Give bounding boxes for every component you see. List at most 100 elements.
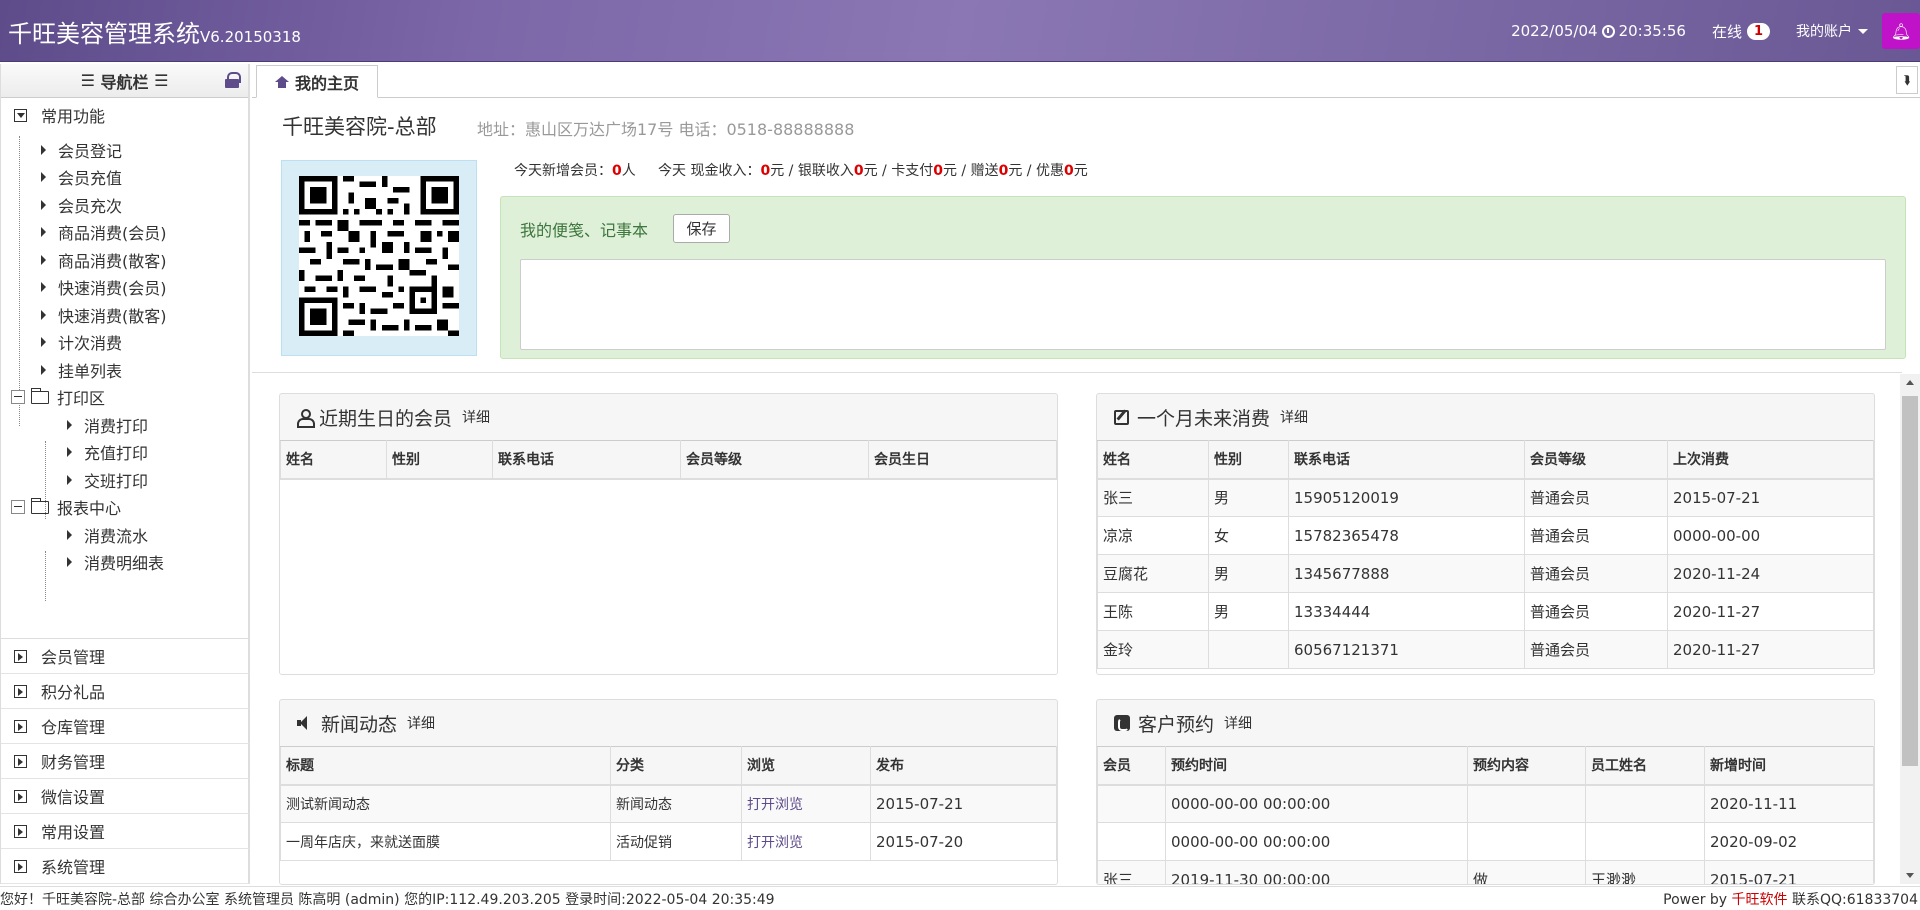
shop-name: 千旺美容院-总部 [282,115,437,139]
sidebar-item[interactable]: 会员充值 [1,164,248,192]
notification-bell-button[interactable]: 🔔︎ [1882,13,1920,49]
details-link[interactable]: 详细 [1280,407,1308,427]
content-scrollbar[interactable] [1900,374,1920,884]
expand-icon [14,719,27,733]
sidebar-item[interactable]: 商品消费(会员) [1,219,248,247]
table-row[interactable]: 金玲 60567121371 普通会员 2020-11-27 [1097,630,1874,669]
table-row[interactable]: 张三 2019-11-30 00:00:00 做王渺渺 2015-07-21 [1097,860,1874,884]
table-cell: 普通会员 [1524,554,1668,593]
table-header[interactable]: 浏览 [741,746,871,786]
account-menu[interactable]: 我的账户 [1796,21,1868,41]
table-header[interactable]: 姓名 [280,440,387,480]
sidebar-item[interactable]: 挂单列表 [1,356,248,384]
table-header[interactable]: 联系电话 [1288,440,1525,480]
scroll-up-arrow-icon[interactable] [1906,380,1914,385]
table-header[interactable]: 性别 [386,440,493,480]
memo-textarea[interactable] [520,259,1886,350]
caret-right-icon [41,144,46,155]
table-header[interactable]: 发布 [870,746,1057,786]
table-cell: 普通会员 [1524,630,1668,669]
sidebar-section[interactable]: 财务管理 [1,744,249,779]
caret-right-icon [41,254,46,265]
table-header[interactable]: 预约时间 [1165,746,1468,786]
tab-home[interactable]: 我的主页 [256,65,379,98]
sidebar-section[interactable]: 积分礼品 [1,674,249,709]
details-link[interactable]: 详细 [407,713,435,733]
table-header[interactable]: 标题 [280,746,611,786]
panel-header: 一个月未来消费 详细 [1097,394,1874,440]
table-cell: 2020-11-27 [1667,592,1874,631]
table-header[interactable]: 会员 [1097,746,1166,786]
sidebar-item[interactable]: 消费打印 [1,411,248,439]
sidebar-section[interactable]: 系统管理 [1,849,249,884]
expand-icon [14,684,27,698]
company-link[interactable]: 千旺软件 [1732,892,1788,908]
sidebar-item[interactable]: 充值打印 [1,439,248,467]
birthday-members-panel: 近期生日的会员 详细 姓名 性别 联系电话 会员等级 会员生日 [279,393,1058,675]
open-view-link[interactable]: 打开浏览 [741,784,871,823]
table-row[interactable]: 0000-00-00 00:00:00 2020-11-11 [1097,784,1874,823]
table-header[interactable]: 姓名 [1097,440,1209,480]
sidebar-item[interactable]: 快速消费(散客) [1,301,248,329]
online-users[interactable]: 在线 1 [1712,21,1770,42]
table-row[interactable]: 张三男 15905120019 普通会员 2015-07-21 [1097,478,1874,517]
details-link[interactable]: 详细 [1224,713,1252,733]
shop-address: 地址：惠山区万达广场17号 电话：0518-88888888 [477,120,855,139]
details-link[interactable]: 详细 [462,407,490,427]
table-cell: 张三 [1097,860,1166,884]
qr-code-image [299,176,459,336]
table-row[interactable]: 0000-00-00 00:00:00 2020-09-02 [1097,822,1874,861]
table-header[interactable]: 上次消费 [1667,440,1874,480]
table-cell [1097,784,1166,823]
sidebar-item[interactable]: 快速消费(会员) [1,274,248,302]
sidebar-item[interactable]: 计次消费 [1,329,248,357]
sidebar-item[interactable]: 交班打印 [1,466,248,494]
table-header[interactable]: 会员等级 [680,440,869,480]
collapse-minus-icon[interactable] [11,390,25,405]
sidebar-section-common[interactable]: 常用功能 [1,98,248,132]
table-row[interactable]: 豆腐花男 1345677888 普通会员 2020-11-24 [1097,554,1874,593]
table-cell: 王渺渺 [1585,860,1705,884]
table-cell: 金玲 [1097,630,1209,669]
table-header[interactable]: 新增时间 [1704,746,1874,786]
sidebar-section[interactable]: 常用设置 [1,814,249,849]
table-row[interactable]: 王陈男 13334444 普通会员 2020-11-27 [1097,592,1874,631]
sidebar-section[interactable]: 微信设置 [1,779,249,814]
expand-icon [14,824,27,838]
sidebar-folder-print[interactable]: 打印区 [1,384,248,412]
caret-right-icon [41,172,46,183]
collapse-minus-icon[interactable] [11,500,25,515]
sidebar-item[interactable]: 消费明细表 [1,549,248,577]
table-row[interactable]: 测试新闻动态 新闻动态 打开浏览 2015-07-21 [280,784,1057,823]
open-view-link[interactable]: 打开浏览 [741,822,871,861]
home-icon [275,75,289,88]
scrollbar-thumb[interactable] [1902,396,1918,766]
tab-menu-chevron-icon[interactable]: ⮯ [1896,66,1918,94]
table-cell: 15782365478 [1288,516,1525,555]
scroll-down-arrow-icon[interactable] [1906,873,1914,878]
table-header[interactable]: 性别 [1208,440,1289,480]
sidebar-item[interactable]: 商品消费(散客) [1,246,248,274]
table-header[interactable]: 预约内容 [1467,746,1586,786]
sidebar-item[interactable]: 消费流水 [1,521,248,549]
table-header[interactable]: 会员生日 [868,440,1057,480]
table-cell [1585,822,1705,861]
login-info: 您好！千旺美容院-总部 综合办公室 系统管理员 陈高明 (admin) 您的IP… [0,891,775,908]
table-cell: 2015-07-21 [870,784,1057,823]
table-header[interactable]: 联系电话 [492,440,681,480]
table-header[interactable]: 员工姓名 [1585,746,1705,786]
table-header[interactable]: 分类 [610,746,742,786]
sidebar-section[interactable]: 仓库管理 [1,709,249,744]
table-row[interactable]: 一周年店庆，来就送面膜 活动促销 打开浏览 2015-07-20 [280,822,1057,861]
sidebar-item[interactable]: 会员登记 [1,136,248,164]
table-row[interactable]: 凉凉女 15782365478 普通会员 0000-00-00 [1097,516,1874,555]
lock-icon[interactable] [225,72,241,88]
sidebar-section[interactable]: 会员管理 [1,639,249,674]
table-cell: 男 [1208,478,1289,517]
sidebar-tree: 会员登记 会员充值 会员充次 商品消费(会员) 商品消费(散客) 快速消费(会员… [1,132,248,601]
table-header[interactable]: 会员等级 [1524,440,1668,480]
sidebar-item[interactable]: 会员充次 [1,191,248,219]
save-memo-button[interactable]: 保存 [673,214,730,243]
today-summary: 今天新增会员：0人 今天 现金收入：0元 / 银联收入0元 / 卡支付0元 / … [514,163,1088,179]
sidebar-folder-report[interactable]: 报表中心 [1,494,248,522]
